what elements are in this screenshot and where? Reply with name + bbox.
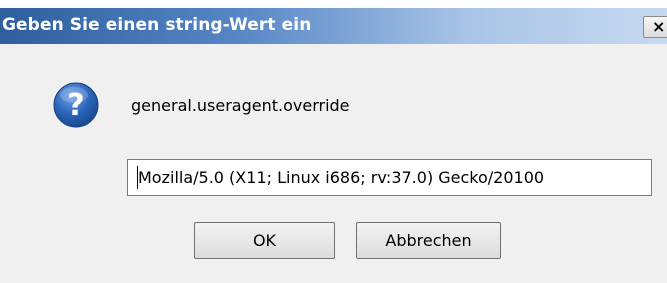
close-icon: × [652, 17, 666, 36]
string-value-dialog: Geben Sie einen string-Wert ein × ? gene… [0, 8, 667, 283]
ok-button[interactable]: OK [194, 222, 335, 259]
question-icon: ? [53, 82, 99, 128]
text-caret [137, 166, 138, 189]
close-button[interactable]: × [643, 16, 667, 38]
string-value-input[interactable] [127, 159, 652, 196]
svg-text:?: ? [67, 88, 84, 123]
cancel-button[interactable]: Abbrechen [356, 222, 501, 259]
preference-name-label: general.useragent.override [131, 96, 350, 115]
dialog-titlebar[interactable]: Geben Sie einen string-Wert ein [0, 8, 667, 44]
dialog-title: Geben Sie einen string-Wert ein [2, 15, 312, 35]
